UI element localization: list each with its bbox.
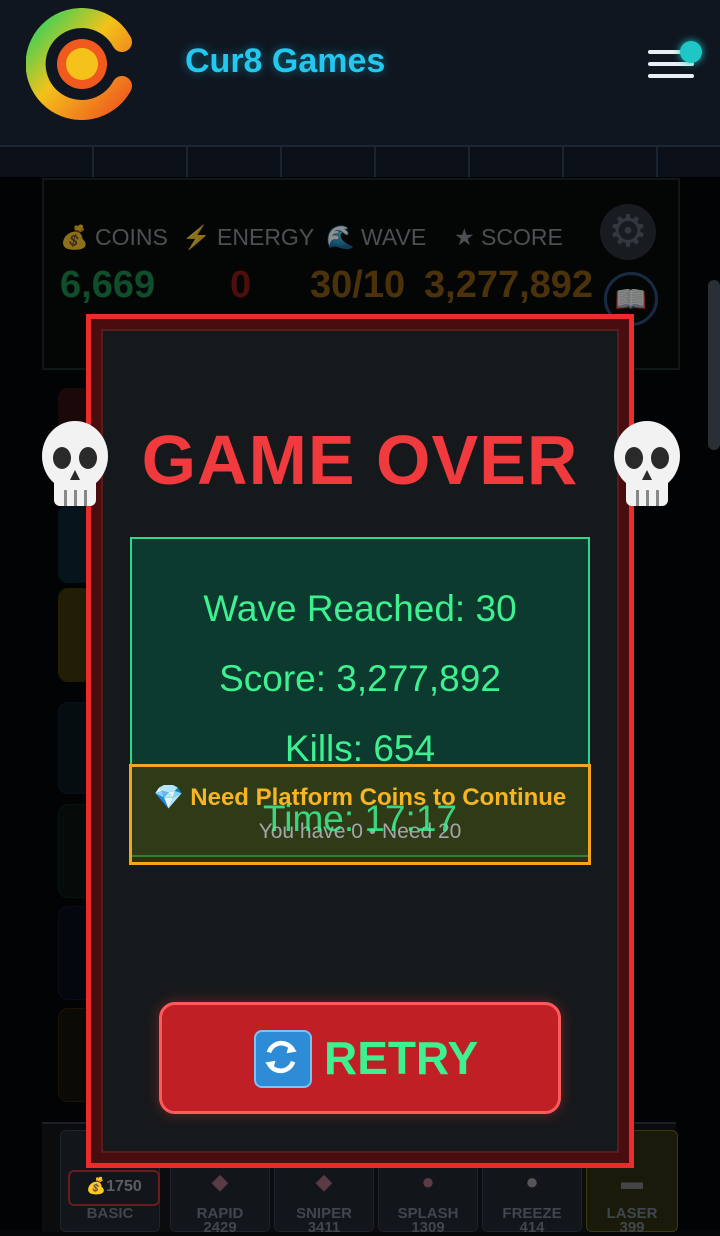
lightning-icon: ⚡ — [182, 224, 211, 250]
tower-cost: 399 — [619, 1219, 645, 1236]
tower-name: BASIC — [86, 1205, 134, 1222]
app-title[interactable]: Cur8 Games — [185, 42, 385, 81]
refresh-icon — [254, 1030, 312, 1088]
tower-cost: 1309 — [411, 1219, 445, 1236]
score-label: SCORE — [481, 224, 563, 250]
final-score: Score: 3,277,892 — [219, 658, 501, 699]
tower-cost: 414 — [519, 1219, 545, 1236]
tower-cost: 3411 — [307, 1219, 341, 1236]
wave-stat: 🌊 WAVE — [326, 224, 426, 251]
wave-icon: 🌊 — [326, 224, 355, 250]
notification-dot — [680, 41, 702, 63]
laser-icon: ▬ — [621, 1169, 643, 1194]
retry-button[interactable]: RETRY — [159, 1002, 561, 1114]
app-header: Cur8 Games — [0, 0, 720, 147]
game-over-title: GAME OVER — [141, 421, 579, 499]
scrollbar[interactable] — [708, 280, 720, 450]
score-value: 3,277,892 — [424, 264, 594, 306]
energy-value: 0 — [230, 264, 252, 306]
sniper-icon: ◆ — [315, 1169, 333, 1194]
hamburger-line — [648, 74, 694, 78]
wave-label: WAVE — [361, 224, 427, 250]
coins-stat: 💰 COINS — [60, 224, 168, 251]
elapsed-time: Time: 17:17 — [263, 798, 457, 839]
nav-strip — [0, 147, 720, 177]
energy-stat: ⚡ ENERGY — [182, 224, 314, 251]
freeze-icon: ● — [525, 1169, 539, 1194]
coins-label: COINS — [95, 224, 168, 250]
cur8-logo[interactable] — [26, 8, 134, 120]
tower-cost: 2429 — [203, 1219, 237, 1236]
coins-value: 6,669 — [60, 264, 156, 306]
splash-icon: ● — [421, 1169, 435, 1194]
wave-reached: Wave Reached: 30 — [203, 588, 517, 629]
moneybag-icon: 💰 — [60, 224, 89, 250]
gear-icon[interactable]: ⚙ — [600, 204, 656, 260]
menu-button[interactable] — [646, 41, 702, 84]
tower-cost-badge: 💰1750 — [68, 1170, 160, 1206]
wave-value: 30/10 — [310, 264, 406, 306]
retry-label: RETRY — [324, 1032, 479, 1084]
star-icon: ★ — [454, 224, 475, 250]
score-stat: ★ SCORE — [454, 224, 563, 251]
energy-label: ENERGY — [217, 224, 315, 250]
rapid-icon: ◆ — [211, 1169, 229, 1194]
tower-cost: 1750 — [106, 1178, 142, 1195]
